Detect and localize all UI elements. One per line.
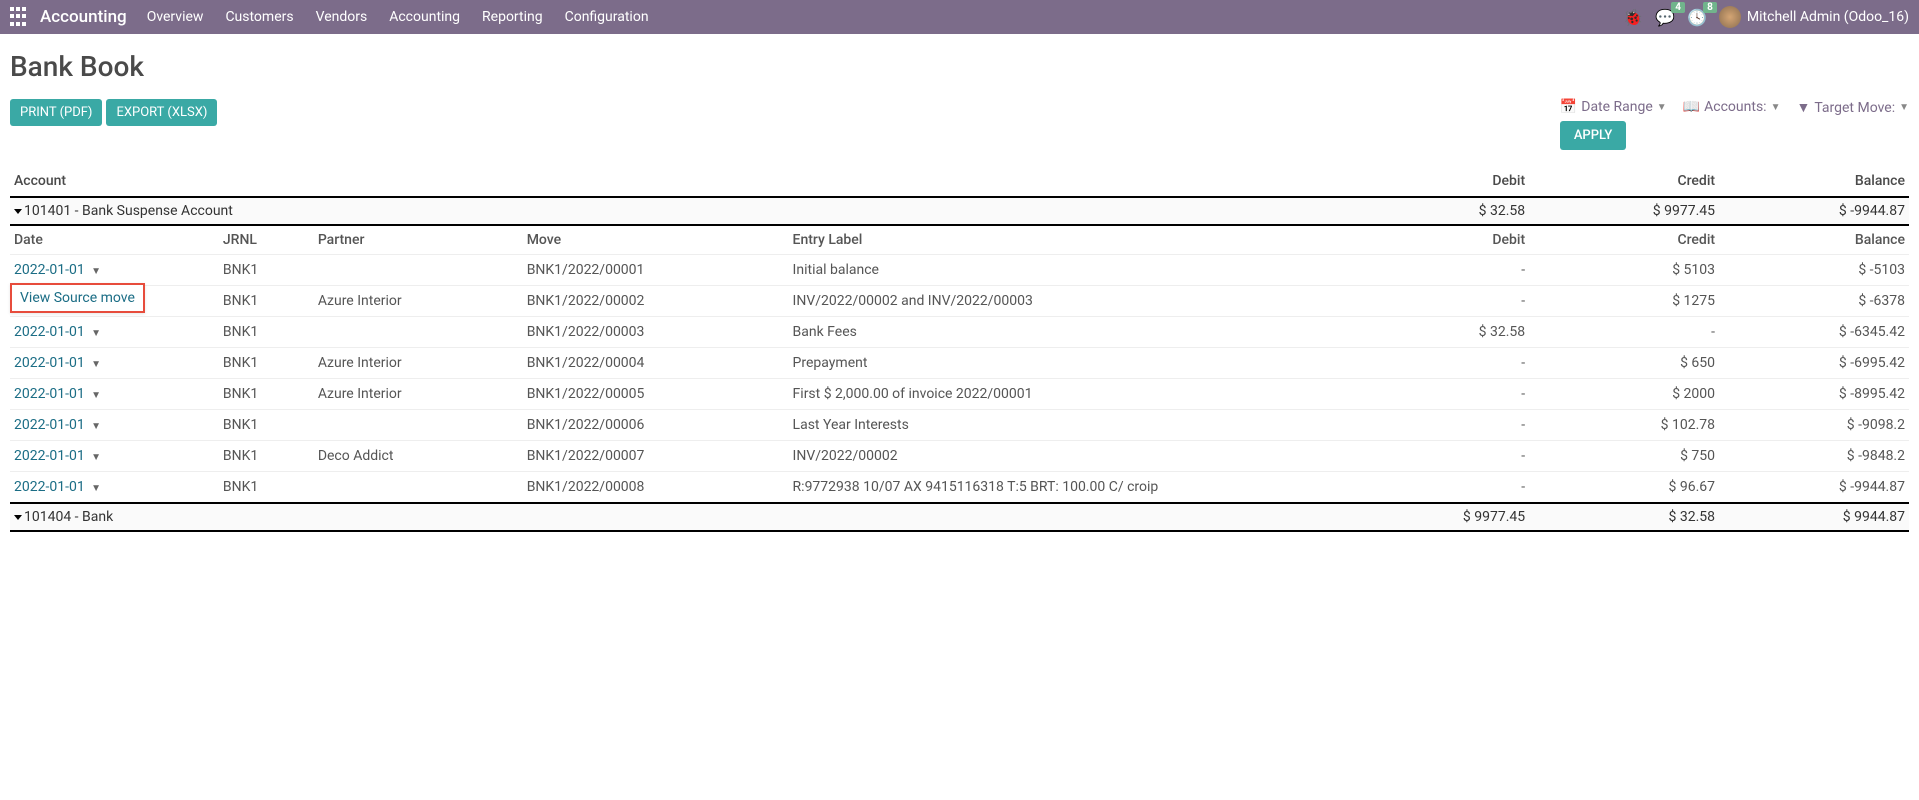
col-credit: Credit <box>1529 166 1719 197</box>
caret-down-icon: ▼ <box>91 328 101 339</box>
nav-right: 🐞 💬4 🕓8 Mitchell Admin (Odoo_16) <box>1623 6 1909 28</box>
nav-accounting[interactable]: Accounting <box>389 9 460 25</box>
page-title: Bank Book <box>10 50 1909 83</box>
date-range-filter[interactable]: 📅 Date Range ▼ <box>1560 99 1667 115</box>
messages-icon[interactable]: 💬4 <box>1655 8 1675 27</box>
col-balance: Balance <box>1719 166 1909 197</box>
table-row: 2022-01-01 ▼BNK1BNK1/2022/00003Bank Fees… <box>10 317 1909 348</box>
date-dropdown[interactable]: 2022-01-01 ▼ <box>14 479 101 495</box>
book-icon: 📖 <box>1683 99 1700 115</box>
caret-down-icon: ▼ <box>1771 102 1781 113</box>
table-row: 2022-01-01 ▼BNK1Azure InteriorBNK1/2022/… <box>10 348 1909 379</box>
messages-badge: 4 <box>1671 2 1685 13</box>
caret-down-icon: ▼ <box>91 390 101 401</box>
nav-configuration[interactable]: Configuration <box>565 9 649 25</box>
account-header-row: Account Debit Credit Balance <box>10 166 1909 197</box>
col-debit: Debit <box>1339 166 1529 197</box>
table-row: 2022-01-01 ▼BNK1BNK1/2022/00008R:9772938… <box>10 472 1909 504</box>
top-nav: Accounting Overview Customers Vendors Ac… <box>0 0 1919 34</box>
nav-menu: Overview Customers Vendors Accounting Re… <box>147 9 649 25</box>
calendar-icon: 📅 <box>1560 99 1577 115</box>
collapse-icon <box>14 515 22 520</box>
account-row[interactable]: 101404 - Bank $ 9977.45 $ 32.58 $ 9944.8… <box>10 503 1909 531</box>
date-dropdown[interactable]: 2022-01-01 ▼ <box>14 448 101 464</box>
avatar <box>1719 6 1741 28</box>
filter-icon: ▼ <box>1796 99 1810 116</box>
bug-icon[interactable]: 🐞 <box>1623 8 1643 27</box>
activities-badge: 8 <box>1703 2 1717 13</box>
lines-header-row: Date JRNL Partner Move Entry Label Debit… <box>10 225 1909 255</box>
caret-down-icon: ▼ <box>91 452 101 463</box>
user-name: Mitchell Admin (Odoo_16) <box>1747 9 1909 25</box>
caret-down-icon: ▼ <box>91 421 101 432</box>
user-menu[interactable]: Mitchell Admin (Odoo_16) <box>1719 6 1909 28</box>
caret-down-icon: ▼ <box>91 266 101 277</box>
table-row: 2022-01-01 ▼BNK1BNK1/2022/00006Last Year… <box>10 410 1909 441</box>
nav-overview[interactable]: Overview <box>147 9 204 25</box>
apps-icon[interactable] <box>10 7 30 27</box>
account-row[interactable]: 101401 - Bank Suspense Account $ 32.58 $… <box>10 197 1909 225</box>
nav-customers[interactable]: Customers <box>225 9 293 25</box>
toolbar: PRINT (PDF) EXPORT (XLSX) 📅 Date Range ▼… <box>10 99 1909 150</box>
col-account: Account <box>10 166 1339 197</box>
caret-down-icon: ▼ <box>91 483 101 494</box>
accounts-filter[interactable]: 📖 Accounts: ▼ <box>1683 99 1781 115</box>
report-table: Account Debit Credit Balance 101401 - Ba… <box>10 166 1909 532</box>
caret-down-icon: ▼ <box>91 359 101 370</box>
table-row: 2022-01-01 ▼BNK1Azure InteriorBNK1/2022/… <box>10 379 1909 410</box>
activities-icon[interactable]: 🕓8 <box>1687 8 1707 27</box>
collapse-icon <box>14 209 22 214</box>
target-move-filter[interactable]: ▼ Target Move: ▼ <box>1796 99 1909 116</box>
date-dropdown[interactable]: 2022-01-01 ▼ <box>14 355 101 371</box>
print-pdf-button[interactable]: PRINT (PDF) <box>10 99 102 126</box>
apply-button[interactable]: APPLY <box>1560 121 1627 150</box>
export-xlsx-button[interactable]: EXPORT (XLSX) <box>106 99 217 126</box>
date-dropdown[interactable]: 2022-01-01 ▼ <box>14 324 101 340</box>
date-dropdown[interactable]: 2022-01-01 ▼ <box>14 262 101 278</box>
view-source-move-menu[interactable]: View Source move <box>10 283 145 313</box>
brand-label[interactable]: Accounting <box>40 7 127 27</box>
caret-down-icon: ▼ <box>1657 102 1667 113</box>
table-row: 2022-01-01 ▼BNK1Deco AddictBNK1/2022/000… <box>10 441 1909 472</box>
date-dropdown[interactable]: 2022-01-01 ▼ <box>14 386 101 402</box>
table-row: 2022-01-01 ▼BNK1BNK1/2022/00001Initial b… <box>10 255 1909 286</box>
caret-down-icon: ▼ <box>1899 102 1909 113</box>
date-dropdown[interactable]: 2022-01-01 ▼ <box>14 417 101 433</box>
table-row: View Source moveBNK1Azure InteriorBNK1/2… <box>10 286 1909 317</box>
nav-reporting[interactable]: Reporting <box>482 9 543 25</box>
nav-vendors[interactable]: Vendors <box>316 9 368 25</box>
